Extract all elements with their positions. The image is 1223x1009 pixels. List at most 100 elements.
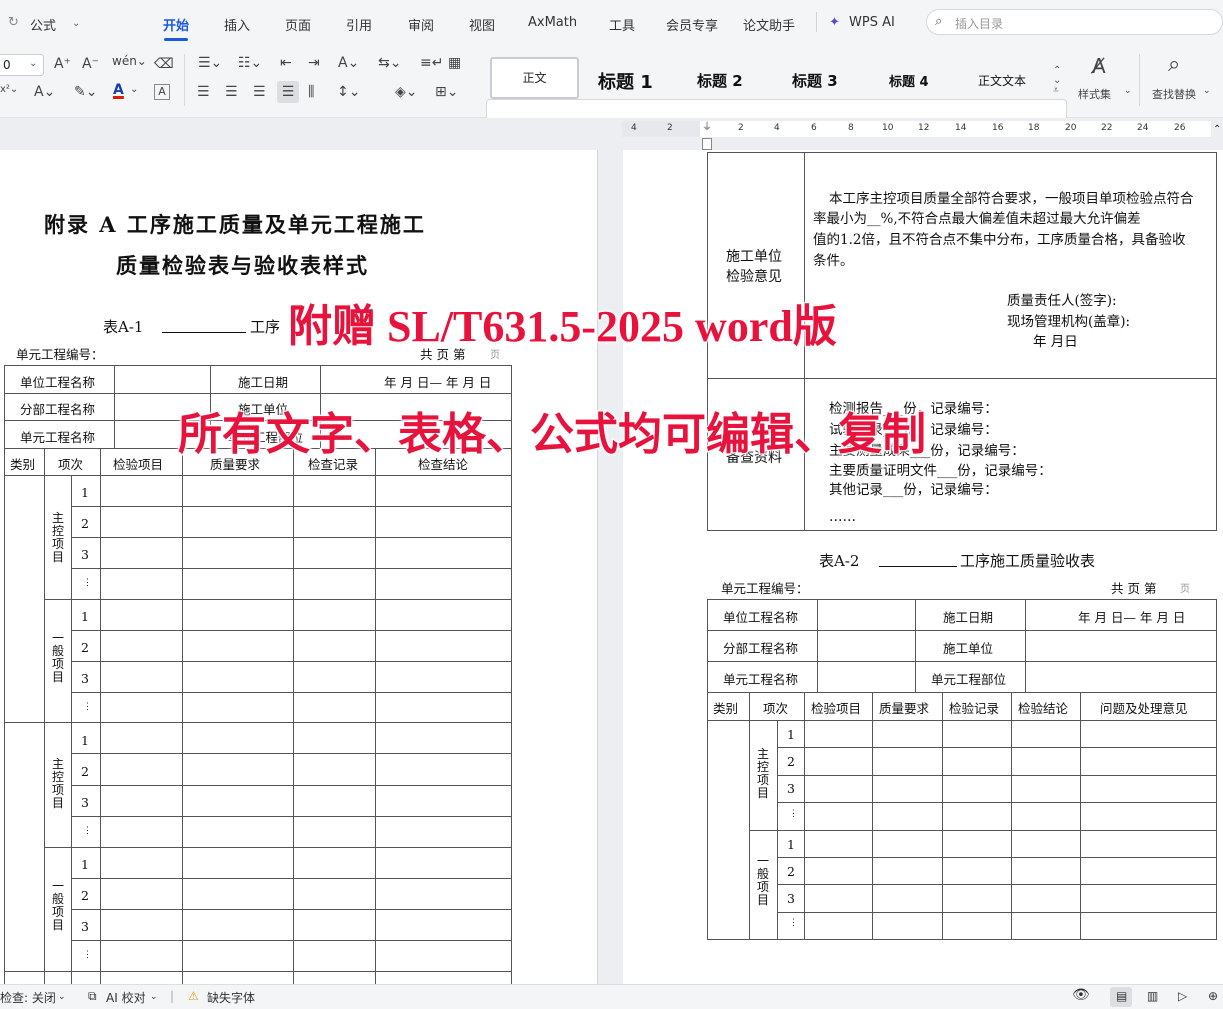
grow-font-icon[interactable]: A⁺	[54, 56, 71, 72]
decrease-indent-icon[interactable]: ⇤	[280, 55, 292, 71]
table-a1-label: 表A-1	[103, 318, 144, 336]
category-main-control: 主控项目	[756, 747, 769, 800]
bullet-list-icon[interactable]: ☰⌄	[198, 55, 222, 71]
phonetic-guide-icon[interactable]: wén⌄	[112, 54, 147, 68]
row-num: 2	[81, 640, 89, 655]
char-border-icon[interactable]: A	[154, 84, 170, 100]
style-heading-2[interactable]: 标题 2	[697, 70, 743, 91]
search-box[interactable]: ⌕ 插入目录	[926, 9, 1223, 35]
style-heading-4[interactable]: 标题 4	[889, 71, 929, 90]
page-count: 共 页 第	[1111, 581, 1157, 596]
divider	[184, 54, 185, 106]
ribbon-toolbar: 0 ⌄ x²⌄ A⁺ A⁻ wén⌄ ⌫ A⌄ ✎⌄ A ⌄ A ☰⌄ ☷⌄ ⇤…	[0, 46, 1223, 149]
wps-writer-window: ↻ 公式 ⌄ 开始 插入 页面 引用 审阅 视图 AxMath 工具 会员专享 …	[0, 0, 1223, 1009]
find-icon[interactable]: ⌕	[1168, 52, 1180, 77]
ai-proofread-button[interactable]: AI 校对	[106, 989, 146, 1006]
ruler-margin-marker[interactable]	[702, 138, 712, 150]
indent-marker-icon[interactable]: ⏚	[702, 118, 712, 133]
chevron-down-icon[interactable]: ⌄	[1124, 86, 1132, 96]
opinion-text-4: 条件。	[813, 253, 854, 269]
style-heading-3[interactable]: 标题 3	[792, 70, 838, 91]
header-inspect-item: 检验项目	[811, 701, 862, 716]
highlight-icon[interactable]: ✎⌄	[74, 84, 97, 100]
row-num: 2	[787, 754, 795, 769]
header-item-no: 项次	[58, 457, 84, 472]
style-body-text[interactable]: 正文文本	[978, 72, 1026, 89]
shading-icon[interactable]: ◈⌄	[395, 84, 418, 100]
superscript-icon[interactable]: x²⌄	[0, 84, 18, 95]
cell-construct-unit: 施工单位	[943, 641, 994, 656]
tab-thesis-assistant[interactable]: 论文助手	[743, 15, 795, 34]
row-num: ⋮	[83, 578, 92, 588]
style-set-icon[interactable]: A̸	[1092, 54, 1106, 78]
tab-wps-ai[interactable]: WPS AI	[849, 15, 895, 30]
row-num: ⋮	[83, 950, 92, 960]
chevron-down-icon[interactable]: ⌄	[72, 18, 80, 29]
ai-proofread-icon: ⧉	[88, 989, 97, 1003]
cell-unit-part: 单元工程部位	[931, 672, 1007, 687]
tab-member[interactable]: 会员专享	[666, 15, 718, 34]
justify-icon[interactable]: ☰	[277, 81, 299, 103]
align-right-icon[interactable]: ☰	[253, 84, 266, 100]
play-icon[interactable]: ▷	[1178, 989, 1187, 1003]
text-direction-icon[interactable]: A⌄	[338, 55, 359, 71]
line-break-icon[interactable]: ≡↵	[420, 55, 443, 71]
clear-format-icon[interactable]: ⌫	[154, 56, 174, 72]
formula-button[interactable]: 公式	[30, 15, 56, 34]
tab-view[interactable]: 视图	[469, 15, 495, 34]
active-tab-indicator	[164, 38, 188, 41]
find-replace-button[interactable]: 查找替换	[1152, 86, 1196, 102]
cell-sub-project: 分部工程名称	[723, 641, 799, 656]
spell-check-toggle[interactable]: 检查: 关闭	[0, 989, 56, 1006]
row-num: 3	[81, 547, 89, 562]
missing-font-button[interactable]: 缺失字体	[207, 989, 255, 1006]
gallery-scroll-icon[interactable]: ⌃ ⌄ ⩡	[1053, 66, 1061, 96]
font-size-select[interactable]: 0 ⌄	[0, 54, 44, 76]
line-spacing-icon[interactable]: ↕⌄	[337, 84, 360, 100]
sort-icon[interactable]: ⇆⌄	[378, 55, 401, 71]
status-bar: 检查: 关闭 ⌄ ⧉ AI 校对 ⌄ | ⚠ 缺失字体 👁 ▤ ▥ ▷ ⊕	[0, 984, 1223, 1009]
font-color-icon[interactable]: A	[113, 82, 124, 98]
border-icon[interactable]: ⊞⌄	[435, 84, 458, 100]
row-num: 2	[81, 516, 89, 531]
align-center-icon[interactable]: ☰	[225, 84, 238, 100]
outline-view-icon[interactable]: ▥	[1147, 989, 1158, 1003]
tab-tools[interactable]: 工具	[609, 15, 635, 34]
eye-protection-icon[interactable]: 👁	[1072, 987, 1090, 1003]
style-heading-1[interactable]: 标题 1	[598, 68, 653, 94]
row-num: ⋮	[83, 826, 92, 836]
table-grid-icon[interactable]: ▦	[448, 55, 461, 71]
style-set-button[interactable]: 样式集	[1078, 86, 1111, 102]
appendix-subtitle: 质量检验表与验收表样式	[116, 253, 369, 278]
horizontal-ruler[interactable]: 4 2 ⏚ 2 4 6 8 10 12 14 16 18 20 22 24 26	[622, 121, 1212, 137]
menu-bar: ↻ 公式 ⌄ 开始 插入 页面 引用 审阅 视图 AxMath 工具 会员专享 …	[0, 0, 1223, 46]
cell-unit-name: 单元工程名称	[723, 672, 799, 687]
category-general: 一般项目	[51, 631, 64, 684]
header-category: 类别	[10, 457, 36, 472]
chevron-down-icon[interactable]: ⌄	[58, 992, 66, 1002]
row-num: ⋮	[83, 702, 92, 712]
row-num: 1	[81, 485, 89, 500]
redo-icon[interactable]: ↻	[8, 15, 19, 30]
distribute-icon[interactable]: ⫼	[308, 84, 314, 100]
number-list-icon[interactable]: ☷⌄	[238, 55, 262, 71]
row-num: 2	[787, 864, 795, 879]
tab-reference[interactable]: 引用	[346, 15, 372, 34]
increase-indent-icon[interactable]: ⇥	[308, 55, 320, 71]
tab-page[interactable]: 页面	[285, 15, 311, 34]
shrink-font-icon[interactable]: A⁻	[82, 56, 99, 72]
appendix-title: 附录 A 工序施工质量及单元工程施工	[44, 212, 426, 237]
tab-review[interactable]: 审阅	[408, 15, 434, 34]
chevron-down-icon[interactable]: ⌄	[1203, 86, 1211, 96]
tab-axmath[interactable]: AxMath	[528, 15, 577, 30]
tab-insert[interactable]: 插入	[224, 15, 250, 34]
web-view-icon[interactable]: ⊕	[1208, 989, 1218, 1003]
chevron-down-icon[interactable]: ⌄	[130, 84, 138, 95]
text-effect-icon[interactable]: A⌄	[34, 84, 55, 100]
align-left-icon[interactable]: ☰	[197, 84, 210, 100]
style-normal[interactable]: 正文	[490, 57, 579, 99]
scroll-up-icon[interactable]: ⌃	[1211, 121, 1223, 141]
tab-home[interactable]: 开始	[163, 15, 189, 34]
chevron-down-icon[interactable]: ⌄	[150, 992, 158, 1002]
reference-item: 其他记录___份，记录编号：	[829, 482, 998, 498]
